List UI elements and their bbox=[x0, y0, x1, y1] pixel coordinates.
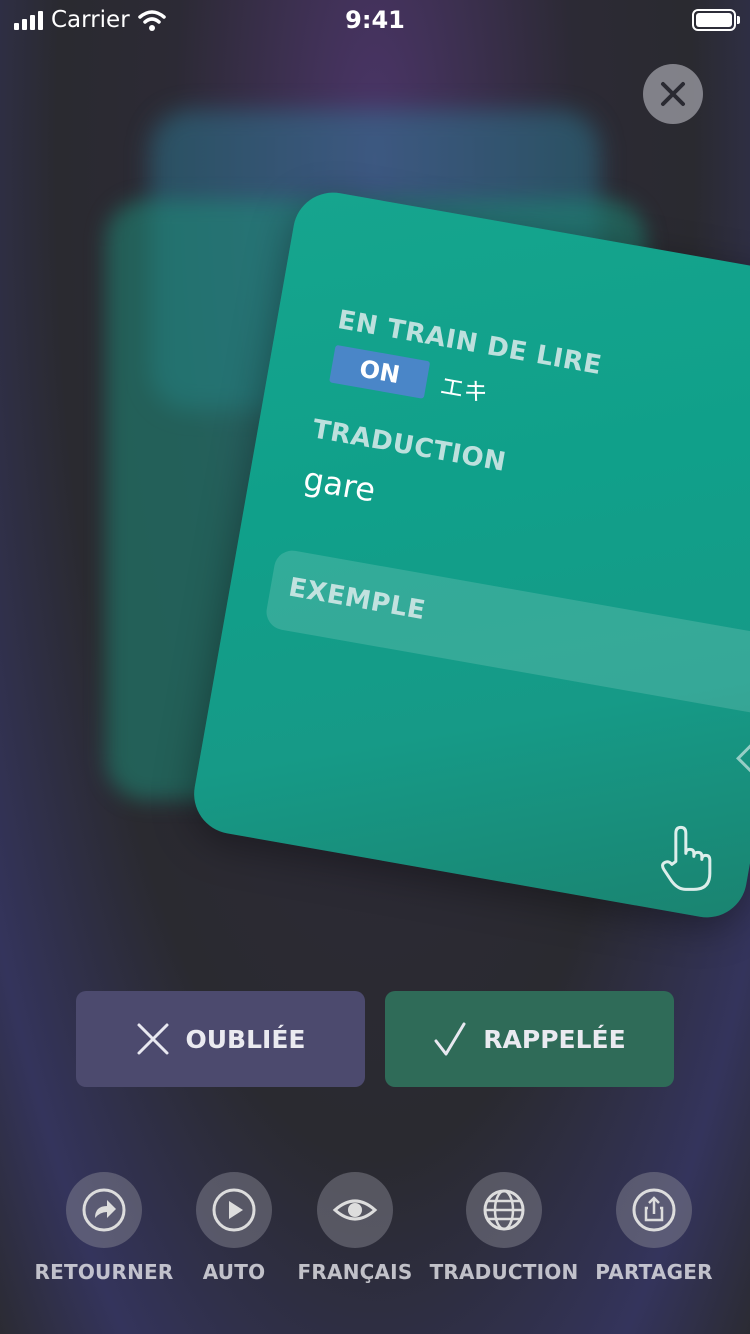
toolbar-french[interactable]: FRANÇAIS bbox=[280, 1172, 430, 1284]
battery-icon bbox=[692, 9, 740, 31]
example-panel[interactable] bbox=[263, 547, 750, 724]
close-button[interactable] bbox=[643, 64, 703, 124]
translation-button[interactable] bbox=[466, 1172, 542, 1248]
status-bar: Carrier 9:41 bbox=[0, 0, 750, 40]
x-icon bbox=[137, 1023, 168, 1055]
flip-label: RETOURNER bbox=[34, 1260, 174, 1284]
share-button[interactable] bbox=[616, 1172, 692, 1248]
chevron-left-icon[interactable] bbox=[734, 738, 750, 778]
translation-value: gare bbox=[300, 459, 379, 510]
forgotten-button[interactable]: OUBLIÉE bbox=[76, 991, 365, 1087]
flip-button[interactable] bbox=[66, 1172, 142, 1248]
flip-icon bbox=[82, 1188, 126, 1232]
play-icon bbox=[212, 1188, 256, 1232]
french-label: FRANÇAIS bbox=[297, 1260, 413, 1284]
share-label: PARTAGER bbox=[595, 1260, 713, 1284]
toolbar-share[interactable]: PARTAGER bbox=[579, 1172, 729, 1284]
auto-button[interactable] bbox=[196, 1172, 272, 1248]
translation-toolbar-label: TRADUCTION bbox=[429, 1260, 579, 1284]
close-icon bbox=[661, 82, 685, 106]
eye-icon bbox=[332, 1199, 378, 1221]
globe-icon bbox=[483, 1189, 525, 1231]
checkmark-icon bbox=[434, 1022, 466, 1056]
toolbar-translation[interactable]: TRADUCTION bbox=[429, 1172, 579, 1284]
status-time: 9:41 bbox=[345, 6, 405, 34]
toolbar-flip[interactable]: RETOURNER bbox=[29, 1172, 179, 1284]
share-icon bbox=[632, 1188, 676, 1232]
reading-kana: エキ bbox=[437, 371, 490, 408]
tap-hand-icon bbox=[661, 825, 712, 891]
remembered-label: RAPPELÉE bbox=[483, 1024, 626, 1054]
remembered-button[interactable]: RAPPELÉE bbox=[385, 991, 674, 1087]
reading-on-badge: ON bbox=[329, 344, 431, 399]
forgotten-label: OUBLIÉE bbox=[185, 1024, 306, 1054]
french-button[interactable] bbox=[317, 1172, 393, 1248]
